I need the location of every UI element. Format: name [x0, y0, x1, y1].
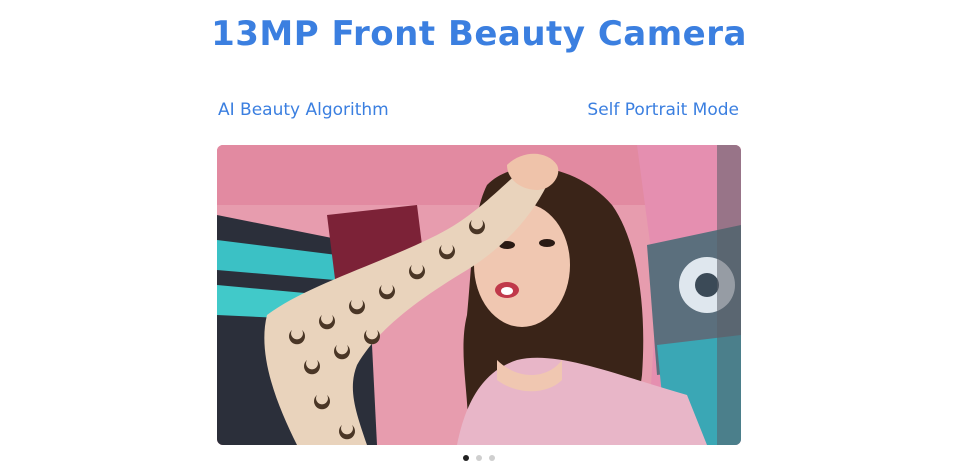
feature-label-ai-beauty: AI Beauty Algorithm	[218, 100, 389, 120]
carousel-dot-1[interactable]	[463, 455, 469, 461]
feature-label-portrait-mode: Self Portrait Mode	[587, 100, 739, 120]
product-section: 13MP Front Beauty Camera AI Beauty Algor…	[0, 0, 958, 470]
carousel-indicators	[0, 455, 958, 461]
section-title: 13MP Front Beauty Camera	[211, 14, 747, 54]
selfie-photo	[217, 145, 741, 445]
carousel-dot-3[interactable]	[489, 455, 495, 461]
carousel-dot-2[interactable]	[476, 455, 482, 461]
